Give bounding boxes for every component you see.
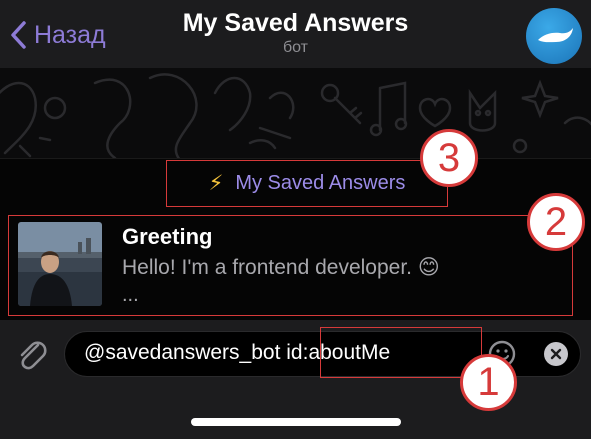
close-icon xyxy=(550,348,562,360)
result-ellipsis: ... xyxy=(122,284,139,306)
chat-background-pattern xyxy=(0,68,591,158)
person-photo-icon xyxy=(18,222,102,306)
switch-pm-button[interactable]: ⚡ My Saved Answers xyxy=(166,160,448,207)
result-title: Greeting xyxy=(122,224,213,249)
result-thumbnail xyxy=(18,222,102,306)
chat-subtitle: бот xyxy=(282,39,309,56)
doodle-pattern-icon xyxy=(0,73,591,158)
inline-result-item[interactable]: Greeting Hello! I'm a frontend developer… xyxy=(8,215,573,316)
annotation-marker-2: 2 xyxy=(527,193,585,251)
chevron-left-icon xyxy=(11,21,26,49)
back-button[interactable]: Назад xyxy=(10,17,106,53)
clear-input-button[interactable] xyxy=(544,342,568,366)
back-label: Назад xyxy=(34,20,106,49)
result-description: Hello! I'm a frontend developer. 😊 xyxy=(122,256,440,279)
chat-title: My Saved Answers xyxy=(182,9,409,37)
home-indicator xyxy=(191,418,401,426)
paperclip-icon[interactable] xyxy=(14,336,50,372)
annotation-marker-1: 1 xyxy=(460,354,517,411)
lightning-icon: ⚡ xyxy=(208,172,224,195)
bot-avatar[interactable] xyxy=(526,8,582,64)
switch-pm-label: My Saved Answers xyxy=(235,172,406,194)
bot-logo-icon xyxy=(538,28,573,43)
chat-title-area[interactable]: My Saved Answers бот xyxy=(150,8,441,58)
nav-header: Назад My Saved Answers бот xyxy=(0,0,591,68)
annotation-marker-3: 3 xyxy=(420,129,478,187)
query-highlight-box xyxy=(320,327,482,378)
